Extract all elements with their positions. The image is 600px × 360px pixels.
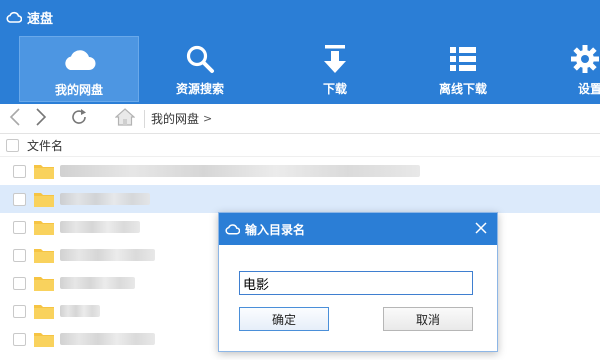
file-name-redacted [60, 277, 135, 289]
row-checkbox[interactable] [13, 164, 26, 178]
toolbar-label: 离线下载 [438, 82, 487, 96]
new-folder-dialog: 输入目录名 确定 取消 [218, 212, 498, 352]
dialog-title: 输入目录名 [245, 222, 306, 237]
back-button[interactable] [4, 108, 26, 130]
confirm-button[interactable]: 确定 [239, 307, 329, 331]
close-icon [475, 221, 487, 237]
title-bar: 速盘 [0, 0, 600, 34]
folder-icon [34, 219, 54, 235]
folder-icon [34, 163, 54, 179]
folder-icon [34, 303, 54, 319]
file-name-redacted [60, 305, 100, 317]
app-title: 速盘 [27, 11, 54, 27]
cloud-icon [20, 45, 138, 75]
breadcrumb-my-drive[interactable]: 我的网盘 [151, 110, 199, 127]
row-checkbox[interactable] [13, 276, 26, 290]
cloud-icon [6, 11, 23, 23]
toolbar-download[interactable]: 下载 [275, 36, 395, 102]
file-name-redacted [60, 193, 150, 205]
download-icon [275, 44, 395, 74]
gear-icon [560, 44, 600, 74]
file-list-header: 文件名 [0, 135, 600, 157]
toolbar-offline-download[interactable]: 离线下载 [403, 36, 523, 102]
table-row[interactable] [0, 185, 600, 213]
forward-button[interactable] [30, 108, 52, 130]
toolbar-resource-search[interactable]: 资源搜索 [140, 36, 260, 102]
home-icon [114, 108, 136, 129]
file-name-redacted [60, 221, 140, 233]
select-all-checkbox[interactable] [6, 139, 19, 152]
navigation-bar: 我的网盘 > [0, 104, 600, 134]
breadcrumb-divider [144, 109, 145, 128]
toolbar-label: 设置 [578, 82, 600, 96]
file-name-redacted [60, 165, 420, 177]
toolbar-my-drive[interactable]: 我的网盘 [19, 36, 139, 102]
breadcrumb-arrow[interactable]: > [203, 112, 212, 125]
file-name-redacted [60, 333, 155, 345]
row-checkbox[interactable] [13, 248, 26, 262]
cancel-button[interactable]: 取消 [383, 307, 473, 331]
row-checkbox[interactable] [13, 220, 26, 234]
directory-name-input[interactable] [239, 271, 473, 295]
toolbar-label: 下载 [322, 82, 347, 96]
toolbar-label: 资源搜索 [175, 82, 224, 96]
row-checkbox[interactable] [13, 192, 26, 206]
toolbar-settings[interactable]: 设置 [560, 36, 600, 102]
main-toolbar: 我的网盘 资源搜索 下载 离线下载 设置 [0, 36, 600, 102]
table-row[interactable] [0, 157, 600, 185]
folder-icon [34, 191, 54, 207]
dialog-close-button[interactable] [473, 221, 489, 237]
row-checkbox[interactable] [13, 304, 26, 318]
chevron-right-icon [35, 108, 47, 129]
row-checkbox[interactable] [13, 332, 26, 346]
cloud-icon [225, 223, 241, 235]
dialog-title-bar[interactable]: 输入目录名 [219, 213, 497, 245]
refresh-button[interactable] [68, 108, 90, 130]
home-button[interactable] [114, 108, 136, 130]
app-header: 速盘 我的网盘 资源搜索 下载 离线下载 设置 [0, 0, 600, 104]
column-header-filename[interactable]: 文件名 [27, 137, 63, 154]
list-icon [403, 44, 523, 74]
folder-icon [34, 275, 54, 291]
chevron-left-icon [9, 108, 21, 129]
search-icon [140, 44, 260, 74]
refresh-icon [70, 108, 88, 129]
folder-icon [34, 247, 54, 263]
folder-icon [34, 331, 54, 347]
file-name-redacted [60, 249, 155, 261]
toolbar-label: 我的网盘 [54, 83, 103, 97]
